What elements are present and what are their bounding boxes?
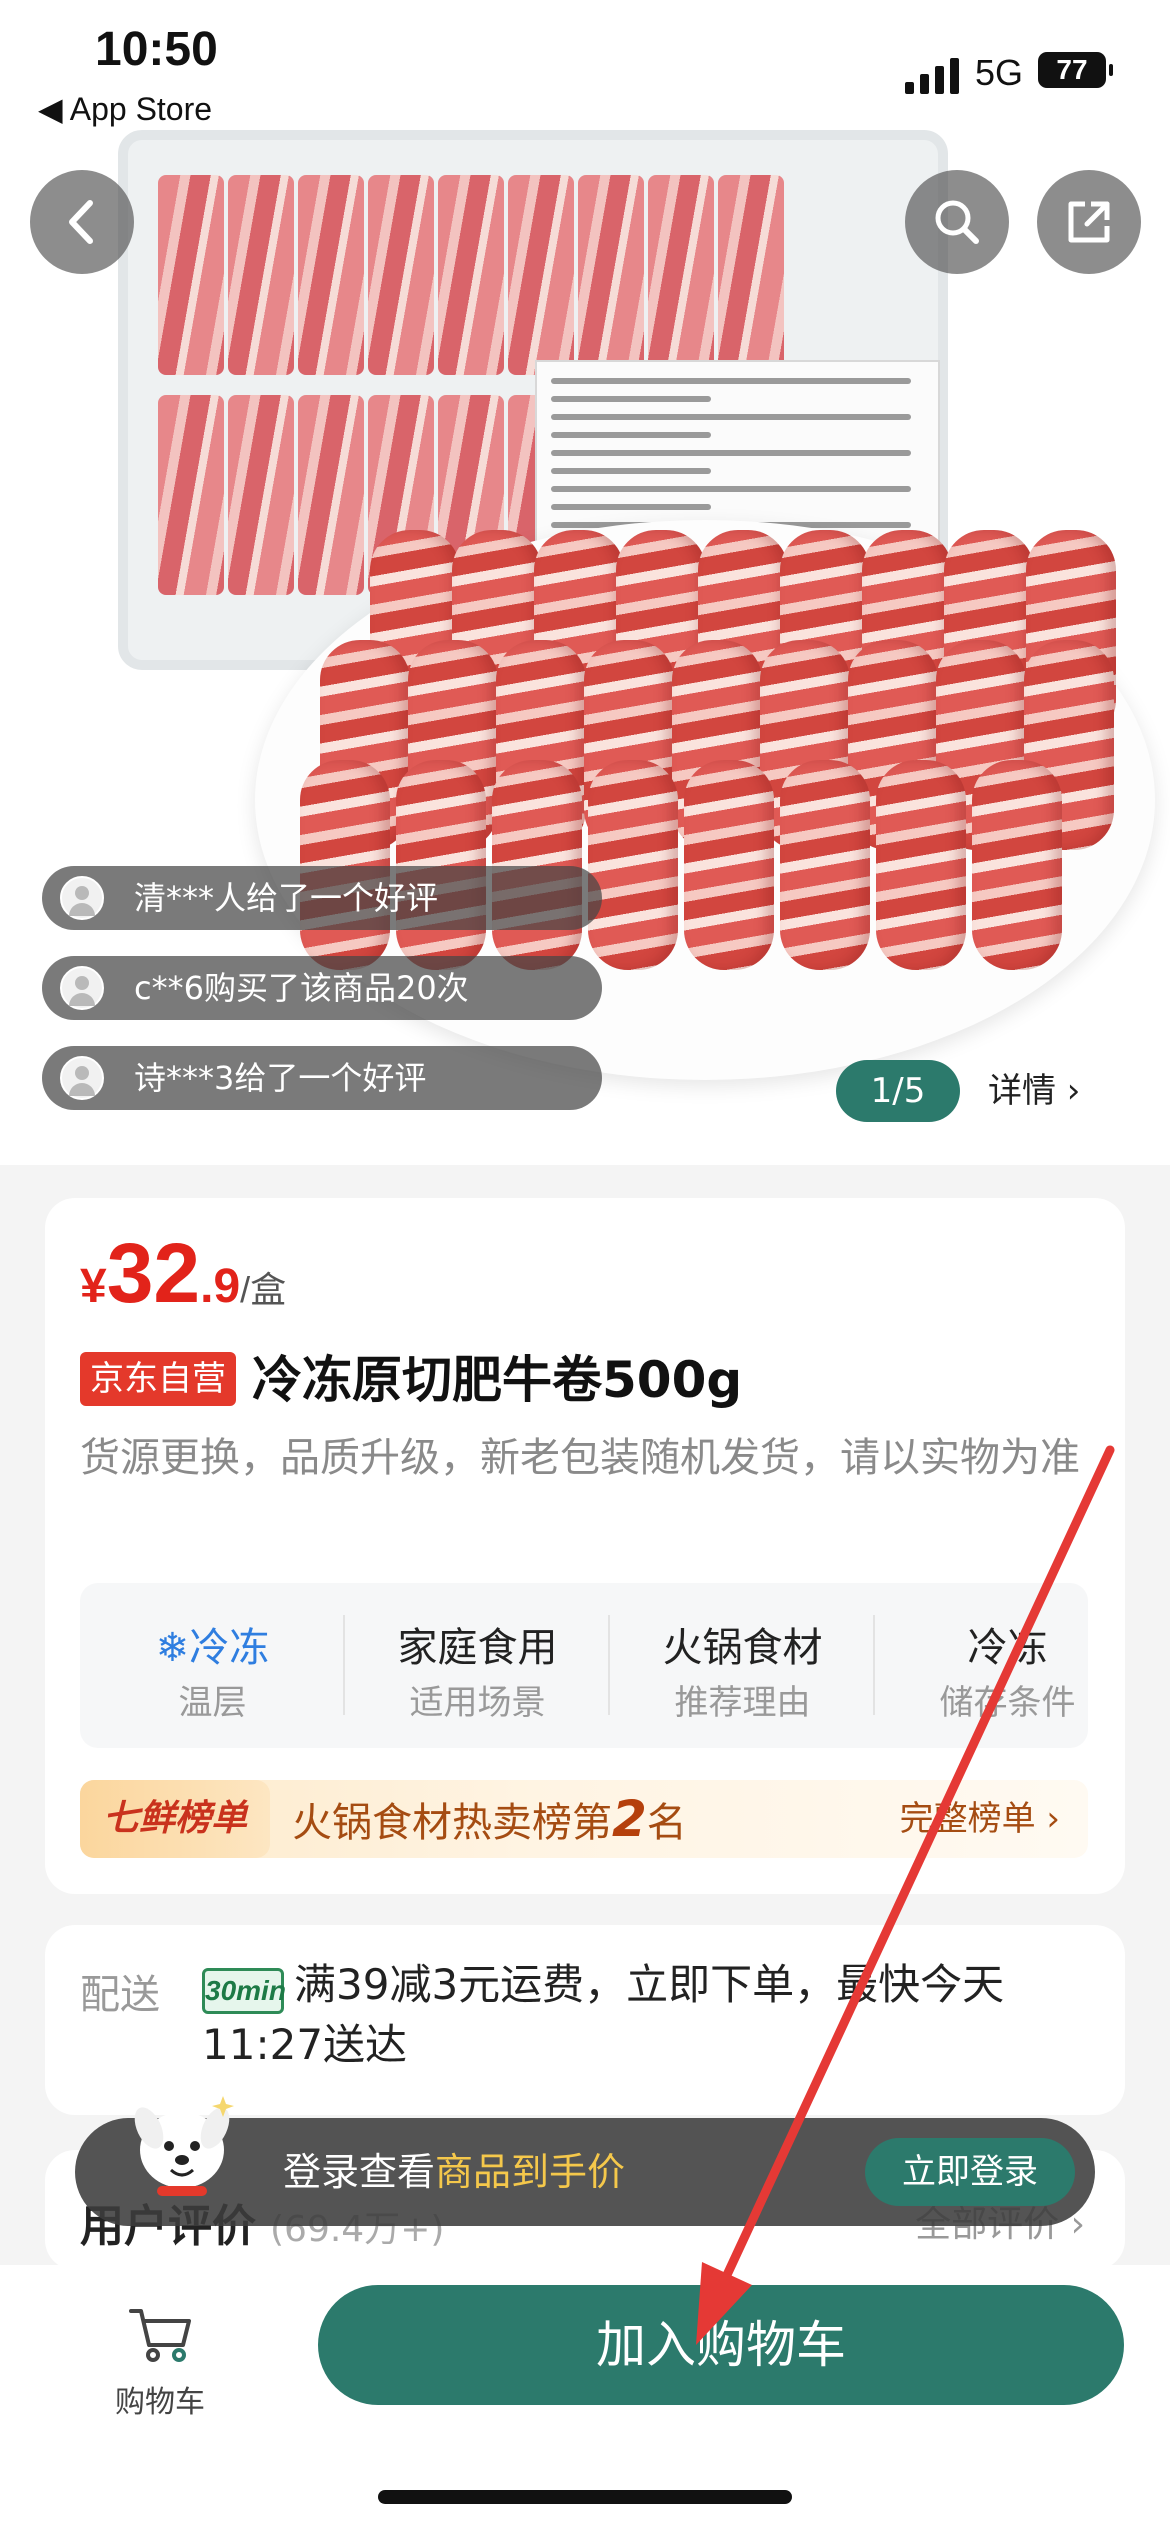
meat-slice — [368, 175, 434, 375]
network-type: 5G — [975, 52, 1024, 93]
status-time: 10:50 — [95, 23, 218, 76]
activity-feed-item: c**6购买了该商品20次 — [42, 956, 602, 1020]
attribute-reason: 火锅食材 推荐理由 — [610, 1583, 875, 1748]
status-bar: 10:50 ◀ App Store 5G 77 — [0, 0, 1170, 140]
battery-icon: 77 — [1038, 52, 1113, 88]
joy-dog-mascot-icon — [134, 2096, 234, 2196]
ranking-text-before: 火锅食材热卖榜第 — [292, 1800, 612, 1846]
login-prompt-highlight: 商品到手价 — [435, 2150, 626, 2194]
product-price: ¥32.9/盒 — [80, 1225, 286, 1322]
ranking-banner[interactable]: 七鲜榜单 火锅食材热卖榜第2名 完整榜单 › — [80, 1780, 1088, 1858]
back-button[interactable] — [30, 170, 134, 274]
price-currency: ¥ — [80, 1260, 107, 1313]
activity-text: 诗***3给了一个好评 — [134, 1059, 427, 1097]
cart-label: 购物车 — [115, 2385, 205, 2420]
login-prompt-lead: 登录查看 — [283, 2150, 436, 2194]
delivery-text: 满39减3元运费，立即下单，最快今天11:27送达 — [202, 1960, 1005, 2069]
login-prompt-bar[interactable]: 登录查看商品到手价 立即登录 — [75, 2096, 1095, 2226]
price-unit: /盒 — [240, 1269, 287, 1310]
attribute-temperature: ❄冷冻 温层 — [80, 1583, 345, 1748]
ranking-text-after: 名 — [646, 1800, 687, 1846]
meat-slice — [228, 175, 294, 375]
beef-roll — [972, 760, 1062, 970]
jd-self-operated-badge: 京东自营 — [80, 1352, 236, 1406]
image-page-count: 1/5 — [836, 1060, 960, 1122]
attribute-key: 储存条件 — [939, 1683, 1076, 1723]
attribute-key: 温层 — [178, 1683, 247, 1723]
price-decimal: .9 — [200, 1260, 241, 1313]
login-button[interactable]: 立即登录 — [865, 2138, 1075, 2206]
beef-roll — [684, 760, 774, 970]
meat-slice — [508, 175, 574, 375]
product-attributes[interactable]: ❄冷冻 温层 家庭食用 适用场景 火锅食材 推荐理由 冷冻 储存条件 — [80, 1583, 1088, 1748]
beef-roll — [300, 760, 390, 970]
add-to-cart-button[interactable]: 加入购物车 — [318, 2285, 1124, 2405]
activity-text: 清***人给了一个好评 — [134, 879, 439, 917]
avatar — [60, 1056, 104, 1100]
attribute-value: 火锅食材 — [662, 1625, 823, 1671]
back-to-app-store-link[interactable]: ◀ App Store — [38, 90, 212, 128]
signal-icon — [905, 58, 961, 94]
attribute-storage: 冷冻 储存条件 — [875, 1583, 1088, 1748]
meat-slice — [298, 395, 364, 595]
full-ranking-link[interactable]: 完整榜单 › — [900, 1780, 1060, 1858]
beef-roll — [780, 760, 870, 970]
30min-delivery-icon: 30min — [202, 1968, 286, 2014]
label-text-line — [551, 414, 911, 420]
meat-slice — [298, 175, 364, 375]
beef-roll — [396, 760, 486, 970]
meat-slice — [228, 395, 294, 595]
activity-text: c**6购买了该商品20次 — [134, 969, 469, 1007]
attribute-value: 家庭食用 — [397, 1625, 558, 1671]
label-text-line — [551, 396, 711, 402]
product-title: 冷冻原切肥牛卷500g — [252, 1351, 743, 1409]
label-text-line — [551, 450, 911, 456]
label-text-line — [551, 504, 711, 510]
activity-feed-item: 清***人给了一个好评 — [42, 866, 602, 930]
ranking-number: 2 — [612, 1790, 647, 1848]
beef-roll — [492, 760, 582, 970]
shopping-cart-icon — [129, 2309, 191, 2362]
attribute-key: 适用场景 — [409, 1683, 546, 1723]
activity-feed-item: 诗***3给了一个好评 — [42, 1046, 602, 1110]
meat-slice — [158, 395, 224, 595]
beef-roll — [588, 760, 678, 970]
attribute-value: ❄冷冻 — [155, 1625, 270, 1671]
attribute-key: 推荐理由 — [674, 1683, 811, 1723]
avatar — [60, 966, 104, 1010]
ranking-text: 火锅食材热卖榜第2名 — [292, 1780, 687, 1862]
label-text-line — [551, 432, 711, 438]
image-pager[interactable]: 1/5 详情 › — [836, 1060, 1128, 1122]
meat-slice — [648, 175, 714, 375]
meat-slice — [718, 175, 784, 375]
meat-slice — [438, 175, 504, 375]
meat-slice — [158, 175, 224, 375]
avatar — [60, 876, 104, 920]
cart-tab[interactable]: 购物车 — [95, 2305, 225, 2421]
home-indicator[interactable] — [378, 2490, 792, 2504]
back-arrow-icon — [69, 200, 93, 244]
attribute-value: 冷冻 — [967, 1625, 1048, 1671]
label-text-line — [551, 378, 911, 384]
delivery-label: 配送 — [80, 1972, 160, 2018]
meat-slice — [578, 175, 644, 375]
attribute-usage: 家庭食用 适用场景 — [345, 1583, 610, 1748]
detail-link[interactable]: 详情 › — [988, 1060, 1080, 1122]
search-icon — [935, 200, 979, 244]
share-button[interactable] — [1037, 170, 1141, 274]
price-integer: 32 — [106, 1226, 201, 1320]
label-text-line — [551, 468, 711, 474]
ranking-badge: 七鲜榜单 — [80, 1780, 270, 1858]
share-icon — [1068, 201, 1110, 243]
login-prompt-text: 登录查看商品到手价 — [283, 2118, 625, 2226]
beef-roll — [876, 760, 966, 970]
product-subtitle: 货源更换，品质升级，新老包装随机发货，请以实物为准 — [80, 1435, 1080, 1481]
search-button[interactable] — [905, 170, 1009, 274]
label-text-line — [551, 486, 911, 492]
